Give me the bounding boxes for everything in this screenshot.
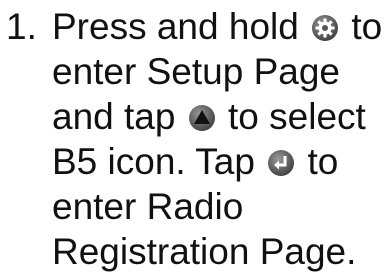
up-arrow-button-icon: [188, 104, 216, 132]
line-4-text-before: B5 icon. Tap: [52, 141, 255, 182]
gear-button-icon: [311, 14, 339, 42]
line-3-text-after: to select: [228, 96, 366, 137]
line-5-text: enter Radio: [52, 186, 244, 227]
enter-return-button-icon: [267, 149, 295, 177]
step-number: 1.: [6, 6, 37, 47]
line-1-text-after: to: [351, 6, 383, 47]
line-2-text: enter Setup Page: [52, 51, 340, 92]
instruction-line-1: Press and hold to: [52, 4, 382, 49]
instruction-line-5: enter Radio: [52, 184, 243, 229]
instruction-line-6: Registration Page.: [52, 229, 356, 274]
line-6-text: Registration Page.: [52, 231, 357, 272]
instruction-line-2: enter Setup Page: [52, 49, 340, 94]
line-1-text-before: Press and hold: [52, 6, 299, 47]
instruction-line-3: and tap to select: [52, 94, 366, 139]
line-4-text-after: to: [307, 141, 339, 182]
instruction-line-4: B5 icon. Tap to: [52, 139, 338, 184]
line-3-text-before: and tap: [52, 96, 176, 137]
